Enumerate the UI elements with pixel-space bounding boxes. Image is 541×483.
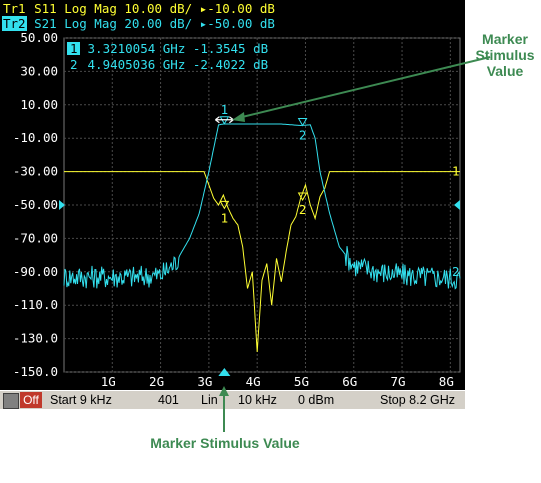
- power-level[interactable]: 0 dBm: [298, 392, 334, 408]
- reference-label: 1: [452, 164, 460, 179]
- x-tick-label: 7G: [391, 374, 406, 389]
- stop-frequency[interactable]: Stop 8.2 GHz: [380, 392, 455, 408]
- trace1-settings: S11 Log Mag 10.00 dB/ ▸-10.00 dB: [26, 1, 275, 16]
- measurement-chart[interactable]: 50.00 30.00 10.00 -10.00 -30.00 -50.00 -70.00 -…: [0, 32, 465, 390]
- x-tick-label: 2G: [149, 374, 164, 389]
- marker-table: 1 3.3210054 GHz -1.3545 dB 2 4.9405036 G…: [67, 41, 268, 72]
- x-tick-label: 4G: [246, 374, 261, 389]
- x-tick-label: 3G: [197, 374, 212, 389]
- y-tick-label: 30.00: [20, 63, 58, 78]
- start-frequency[interactable]: Start 9 kHz: [50, 392, 112, 408]
- y-tick-label: -90.00: [13, 264, 58, 279]
- if-bandwidth[interactable]: 10 kHz: [238, 392, 277, 408]
- y-tick-label: 10.00: [20, 97, 58, 112]
- marker-table-row2-value: 4.9405036 GHz -2.4022 dB: [80, 57, 268, 72]
- chart-background: [0, 32, 465, 390]
- status-led: [3, 393, 19, 409]
- y-tick-label: -150.0: [13, 364, 58, 379]
- trace-header: Tr1 S11 Log Mag 10.00 dB/ ▸-10.00 dB Tr2…: [0, 0, 465, 32]
- trace2-tag[interactable]: Tr2: [2, 16, 27, 31]
- trace1-status-line[interactable]: Tr1 S11 Log Mag 10.00 dB/ ▸-10.00 dB: [2, 1, 275, 16]
- trace2-status-line[interactable]: Tr2 S21 Log Mag 20.00 dB/ ▸-50.00 dB: [2, 16, 275, 31]
- marker-number: 1: [221, 102, 229, 117]
- sweep-type[interactable]: Lin: [201, 392, 218, 408]
- trace1-tag[interactable]: Tr1: [2, 1, 27, 16]
- x-tick-label: 8G: [439, 374, 454, 389]
- marker-number: 2: [299, 202, 307, 217]
- trace2-settings: S21 Log Mag 20.00 dB/ ▸-50.00 dB: [26, 16, 275, 31]
- status-bar: Off Start 9 kHz 401 Lin 10 kHz 0 dBm Sto…: [0, 390, 465, 409]
- x-tick-label: 6G: [342, 374, 357, 389]
- analyzer-window: Tr1 S11 Log Mag 10.00 dB/ ▸-10.00 dB Tr2…: [0, 0, 465, 409]
- x-tick-label: 1G: [101, 374, 116, 389]
- y-tick-label: -70.00: [13, 230, 58, 245]
- y-tick-label: -30.00: [13, 164, 58, 179]
- y-tick-label: -10.00: [13, 130, 58, 145]
- callout-marker-stimulus-right: Marker Stimulus Value: [475, 31, 535, 79]
- x-tick-label: 5G: [294, 374, 309, 389]
- marker-table-row1-value: 3.3210054 GHz -1.3545 dB: [80, 41, 268, 56]
- y-tick-label: -110.0: [13, 297, 58, 312]
- marker-number: 2: [299, 128, 307, 143]
- y-tick-label: 50.00: [20, 32, 58, 45]
- callout-marker-stimulus-bottom: Marker Stimulus Value: [150, 435, 300, 451]
- marker-number: 1: [221, 210, 229, 225]
- rf-off-button[interactable]: Off: [20, 392, 42, 408]
- y-tick-label: -130.0: [13, 331, 58, 346]
- marker-table-row2-num: 2: [70, 57, 78, 72]
- marker-table-row1-num: 1: [70, 41, 78, 56]
- reference-label: 2: [452, 264, 460, 279]
- y-tick-label: -50.00: [13, 197, 58, 212]
- points-count[interactable]: 401: [158, 392, 179, 408]
